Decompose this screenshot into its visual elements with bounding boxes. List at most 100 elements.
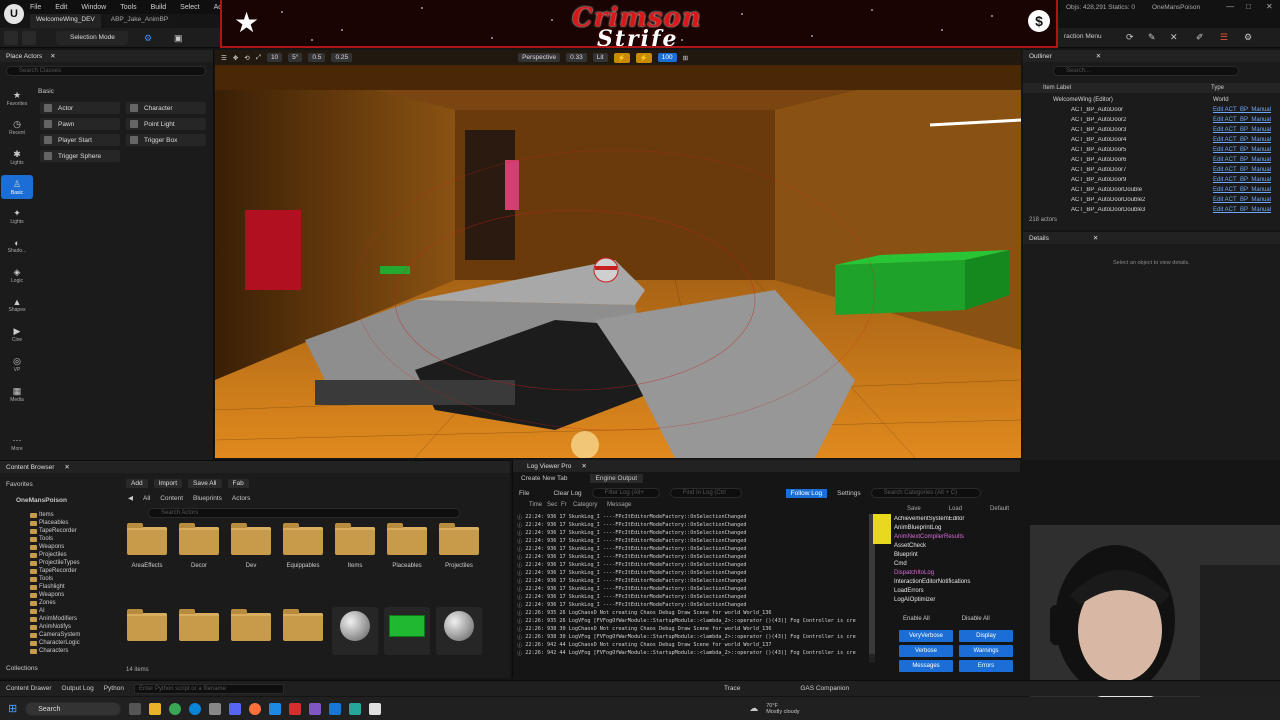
- messages-button[interactable]: Messages: [899, 660, 953, 672]
- outliner-row[interactable]: ACT_BP_AutoDoorDouble Edit ACT_BP_Manual: [1023, 185, 1280, 195]
- log-line[interactable]: ⓘ 22:26: 935 26 LogVFog [FVFogOfWarModule::St…: [517, 618, 865, 626]
- menu-tools[interactable]: Tools: [120, 4, 136, 11]
- taskbar-search[interactable]: Search: [25, 701, 122, 716]
- speed-value[interactable]: 0.33: [566, 53, 587, 62]
- weather-widget[interactable]: 70°F Mostly cloudy: [766, 703, 799, 715]
- category-basic[interactable]: ♙ Basic: [1, 174, 33, 200]
- outliner-row[interactable]: ACT_BP_AutoDoor3 Edit ACT_BP_Manual: [1023, 125, 1280, 135]
- save-icon[interactable]: [4, 31, 18, 45]
- category-media[interactable]: ▦ Media: [1, 382, 33, 407]
- actor-item-pawn[interactable]: Pawn: [40, 118, 120, 130]
- log-category-item[interactable]: AchievementSystemEditor: [891, 516, 1011, 525]
- display-button[interactable]: Display: [959, 630, 1013, 642]
- log-category-item[interactable]: InteractionEditorNotifications: [891, 579, 1011, 588]
- outliner-row[interactable]: ACT_BP_AutoDoorDouble3 Edit ACT_BP_Manual: [1023, 205, 1280, 215]
- layout-icon[interactable]: ⊞: [683, 54, 688, 62]
- folder-tree-item[interactable]: Tools: [30, 535, 116, 543]
- row-type-link[interactable]: Edit ACT_BP_Manual: [1163, 127, 1271, 133]
- blueprint-asset-1[interactable]: [332, 607, 378, 655]
- refresh-icon[interactable]: ⟳: [1126, 32, 1134, 43]
- perspective-dropdown[interactable]: Perspective: [518, 53, 561, 62]
- close-log-icon[interactable]: ✕: [581, 462, 586, 470]
- camera-speed-value[interactable]: 100: [657, 53, 677, 62]
- log-line[interactable]: ⓘ 22:24: 936 17 SkunkLog_I ----FPcItEditorMod…: [517, 546, 865, 554]
- blueprint-asset-2[interactable]: [384, 607, 430, 655]
- breadcrumb-all[interactable]: All: [143, 495, 150, 502]
- level-viewport[interactable]: ☰ ✥ ⟲ ⤢ 10 5° 0.5 0.25 Perspective 0.33 …: [215, 50, 1021, 458]
- outliner-row[interactable]: ACT_BP_AutoDoor2 Edit ACT_BP_Manual: [1023, 115, 1280, 125]
- log-category-item[interactable]: AssetCheck: [891, 543, 1011, 552]
- interaction-menu[interactable]: raction Menu: [1064, 33, 1102, 40]
- log-line[interactable]: ⓘ 22:24: 936 17 SkunkLog_I ----FPcItEditorMod…: [517, 554, 865, 562]
- app-icon-red[interactable]: [289, 702, 302, 715]
- log-line[interactable]: ⓘ 22:24: 936 17 SkunkLog_I ----FPcItEditorMod…: [517, 514, 865, 522]
- folder-dev[interactable]: Dev: [228, 523, 274, 577]
- folder-tree-item[interactable]: Flashlight: [30, 583, 116, 591]
- menu-build[interactable]: Build: [151, 4, 167, 11]
- log-category-item[interactable]: AnimBlueprintLog: [891, 525, 1011, 534]
- viewport-menu-icon[interactable]: ☰: [221, 54, 227, 62]
- folder-tree-item[interactable]: Characters: [30, 647, 116, 655]
- app-icon-purple[interactable]: [309, 702, 322, 715]
- folder-tree-item[interactable]: Tools: [30, 575, 116, 583]
- log-category-item[interactable]: Blueprint: [891, 552, 1011, 561]
- folder-tree-item[interactable]: AI: [30, 607, 116, 615]
- menu-window[interactable]: Window: [81, 4, 106, 11]
- category-lights-a[interactable]: ✱ Lights: [1, 145, 33, 170]
- folder-tree-item[interactable]: AnimNotifys: [30, 623, 116, 631]
- back-icon[interactable]: ◀: [128, 494, 133, 502]
- close-tab-icon[interactable]: ✕: [50, 52, 55, 60]
- very-verbose-button[interactable]: VeryVerbose: [899, 630, 953, 642]
- menu-file[interactable]: File: [30, 4, 41, 11]
- edge-icon[interactable]: [189, 702, 202, 715]
- settings-app-icon[interactable]: [209, 702, 222, 715]
- brush-icon[interactable]: ✎: [1148, 32, 1156, 43]
- row-type-link[interactable]: Edit ACT_BP_Manual: [1163, 157, 1271, 163]
- list-icon[interactable]: ☰: [1220, 32, 1228, 43]
- find-in-log-input[interactable]: Find In Log (Ctrl: [669, 488, 742, 498]
- log-settings-button[interactable]: Settings: [837, 490, 861, 497]
- add-button[interactable]: Add: [126, 479, 148, 488]
- log-line[interactable]: ⓘ 22:26: 938 30 LogVFog [FVFogOfWarModule::St…: [517, 634, 865, 642]
- log-category-item[interactable]: DispatchItoLog: [891, 570, 1011, 579]
- minimize-icon[interactable]: —: [1226, 2, 1234, 11]
- close-x-icon[interactable]: ✕: [1170, 32, 1178, 43]
- settings-icon[interactable]: ⚙: [1244, 32, 1252, 43]
- rotate-snap-value[interactable]: 5°: [288, 53, 303, 62]
- search-actors-input[interactable]: Search Actors: [148, 508, 460, 518]
- folder-tree-item[interactable]: TapeRecorder: [30, 527, 116, 535]
- log-category-item[interactable]: LogAIOptimizer: [891, 597, 1011, 606]
- log-line[interactable]: ⓘ 22:24: 936 17 SkunkLog_I ----FPcItEditorMod…: [517, 586, 865, 594]
- close-details-icon[interactable]: ✕: [1093, 234, 1098, 242]
- blueprint-icon[interactable]: ⚙: [144, 33, 152, 44]
- scale-snap-value[interactable]: 0.5: [308, 53, 326, 62]
- log-line[interactable]: ⓘ 22:24: 936 17 SkunkLog_I ----FPcItEditorMod…: [517, 522, 865, 530]
- folder-equippables[interactable]: Equippables: [280, 523, 326, 577]
- outliner-row[interactable]: ACT_BP_AutoDoor Edit ACT_BP_Manual: [1023, 105, 1280, 115]
- folder-tree-item[interactable]: Items: [30, 511, 116, 519]
- folder-tree-item[interactable]: Placeables: [30, 519, 116, 527]
- category-shadows[interactable]: ◐ Shado...: [1, 234, 33, 259]
- breadcrumb-blueprints[interactable]: Blueprints: [193, 495, 222, 502]
- row-type-link[interactable]: Edit ACT_BP_Manual: [1163, 167, 1271, 173]
- log-line[interactable]: ⓘ 22:24: 936 17 SkunkLog_I ----FPcItEditorMod…: [517, 602, 865, 610]
- windows-start-icon[interactable]: ⊞: [8, 702, 17, 715]
- outliner-row[interactable]: ACT_BP_AutoDoor7 Edit ACT_BP_Manual: [1023, 165, 1280, 175]
- python-dropdown[interactable]: Python: [104, 685, 124, 692]
- grid-snap-value[interactable]: 10: [266, 53, 283, 62]
- folder-tree-item[interactable]: CharacterLogic: [30, 639, 116, 647]
- outliner-row[interactable]: ACT_BP_AutoDoorDouble2 Edit ACT_BP_Manual: [1023, 195, 1280, 205]
- actor-item-trigger-box[interactable]: Trigger Box: [126, 134, 206, 146]
- snap-toggle-b[interactable]: ⚡: [635, 52, 652, 63]
- lit-dropdown[interactable]: Lit: [592, 53, 608, 62]
- category-logic[interactable]: ◈ Logic: [1, 263, 33, 288]
- errors-button[interactable]: Errors: [959, 660, 1013, 672]
- category-recent[interactable]: ◷ Recent: [1, 116, 33, 141]
- cinematics-icon[interactable]: ▣: [174, 33, 183, 44]
- folder-tree-item[interactable]: Weapons: [30, 543, 116, 551]
- output-log-button[interactable]: Output Log: [62, 685, 94, 692]
- search-categories-input[interactable]: Search Categories (Alt + C): [870, 488, 981, 498]
- category-cine[interactable]: ▶ Cine: [1, 323, 33, 348]
- outliner-search-input[interactable]: Search...: [1053, 66, 1239, 76]
- collections-section[interactable]: Collections: [6, 665, 38, 672]
